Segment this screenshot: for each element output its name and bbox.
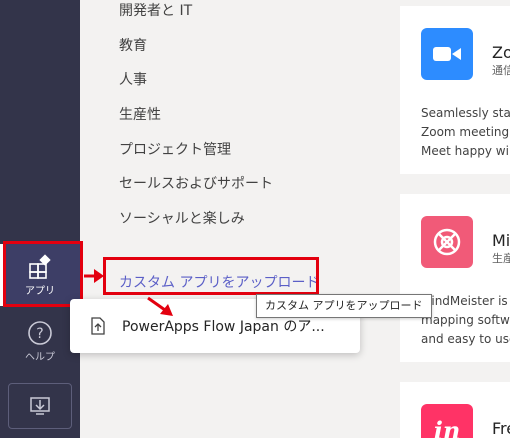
- app-description: MindMeister is mapping softw and easy to…: [421, 294, 510, 346]
- app-category: 生産: [492, 252, 510, 265]
- app-name: Mi: [492, 231, 510, 250]
- category-productivity[interactable]: 生産性: [119, 104, 161, 124]
- flyout-item-label: PowerApps Flow Japan のア...: [122, 319, 325, 335]
- category-sales-support[interactable]: セールスおよびサポート: [119, 173, 273, 193]
- category-education[interactable]: 教育: [119, 35, 147, 55]
- annotation-box-upload: [103, 257, 319, 295]
- help-label: ヘルプ: [25, 352, 55, 363]
- help-icon: ?: [28, 321, 52, 345]
- zoom-video-icon: [421, 28, 473, 80]
- app-card-invision[interactable]: in Fre 通信: [400, 382, 510, 438]
- app-description: Seamlessly star Zoom meeting Meet happy …: [421, 106, 510, 158]
- svg-text:?: ?: [36, 326, 43, 342]
- app-name: Fre: [492, 419, 510, 438]
- category-social-fun[interactable]: ソーシャルと楽しみ: [119, 208, 245, 228]
- app-card-zoom[interactable]: Zoo 通信 Seamlessly star Zoom meeting Meet…: [400, 6, 510, 174]
- download-button[interactable]: [8, 383, 72, 429]
- upload-tooltip: カスタム アプリをアップロード: [256, 294, 432, 318]
- category-hr[interactable]: 人事: [119, 69, 147, 89]
- mindmeister-icon: [421, 216, 473, 268]
- invision-icon: in: [421, 404, 473, 438]
- app-bar: アプリ ? ヘルプ: [0, 0, 80, 438]
- category-project-management[interactable]: プロジェクト管理: [119, 139, 231, 159]
- category-developer-it[interactable]: 開発者と IT: [119, 0, 192, 20]
- app-category: 通信: [492, 64, 510, 77]
- annotation-box-apps: [3, 241, 83, 307]
- app-card-mindmeister[interactable]: Mi 生産 MindMeister is mapping softw and e…: [400, 194, 510, 362]
- download-icon: [30, 397, 50, 415]
- app-cards-column: Zoo 通信 Seamlessly star Zoom meeting Meet…: [398, 0, 510, 438]
- app-name: Zoo: [492, 43, 510, 62]
- upload-icon: [91, 317, 105, 335]
- help-button[interactable]: ? ヘルプ: [0, 318, 80, 364]
- category-list: 開発者と IT 教育 人事 生産性 プロジェクト管理 セールスおよびサポート ソ…: [80, 0, 398, 438]
